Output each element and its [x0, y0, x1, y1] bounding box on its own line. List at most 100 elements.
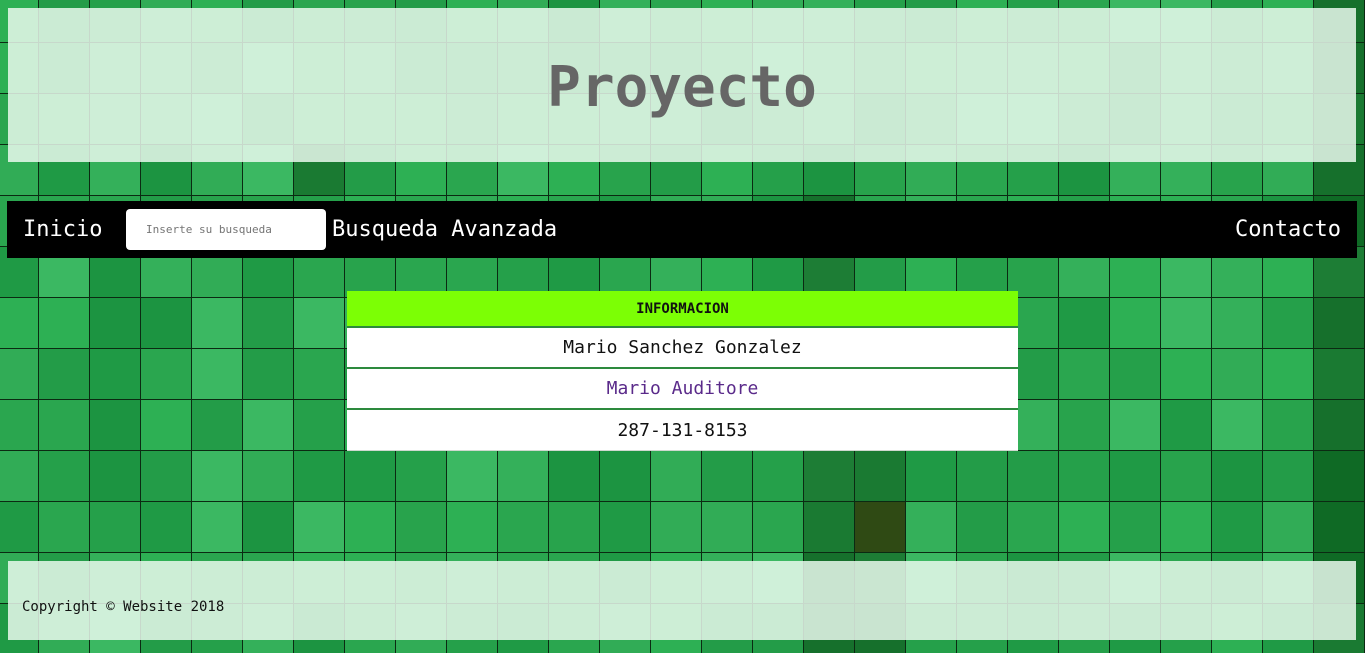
mosaic-tile: [396, 451, 447, 502]
mosaic-tile: [0, 298, 39, 349]
mosaic-tile: [1212, 349, 1263, 400]
mosaic-tile: [192, 298, 243, 349]
mosaic-tile: [39, 349, 90, 400]
mosaic-tile: [1059, 400, 1110, 451]
mosaic-tile: [396, 502, 447, 553]
mosaic-tile: [855, 451, 906, 502]
mosaic-tile: [447, 502, 498, 553]
mosaic-tile: [1059, 349, 1110, 400]
mosaic-tile: [1110, 502, 1161, 553]
mosaic-tile: [90, 349, 141, 400]
mosaic-tile: [294, 349, 345, 400]
copyright-text: Copyright © Website 2018: [22, 598, 225, 615]
mosaic-tile: [243, 451, 294, 502]
mosaic-tile: [1110, 298, 1161, 349]
nav-contact-link[interactable]: Contacto: [1235, 217, 1341, 242]
mosaic-tile: [1263, 349, 1314, 400]
mosaic-tile: [1008, 502, 1059, 553]
page-header: Proyecto: [8, 8, 1356, 162]
mosaic-tile: [1161, 349, 1212, 400]
mosaic-tile: [804, 502, 855, 553]
info-heading: INFORMACION: [347, 291, 1018, 328]
mosaic-tile: [1161, 451, 1212, 502]
page-title: Proyecto: [547, 54, 817, 120]
mosaic-tile: [345, 502, 396, 553]
mosaic-tile: [345, 451, 396, 502]
mosaic-tile: [90, 298, 141, 349]
mosaic-tile: [0, 400, 39, 451]
mosaic-tile: [39, 502, 90, 553]
info-table: INFORMACION Mario Sanchez Gonzalez Mario…: [347, 291, 1018, 451]
mosaic-tile: [1059, 298, 1110, 349]
mosaic-tile: [0, 451, 39, 502]
mosaic-tile: [192, 502, 243, 553]
mosaic-tile: [1314, 400, 1365, 451]
mosaic-tile: [1059, 502, 1110, 553]
mosaic-tile: [1314, 502, 1365, 553]
mosaic-tile: [804, 451, 855, 502]
mosaic-tile: [1263, 298, 1314, 349]
mosaic-tile: [243, 298, 294, 349]
mosaic-tile: [957, 451, 1008, 502]
mosaic-tile: [294, 502, 345, 553]
mosaic-tile: [906, 502, 957, 553]
mosaic-tile: [1059, 451, 1110, 502]
mosaic-tile: [1161, 298, 1212, 349]
mosaic-tile: [651, 451, 702, 502]
mosaic-tile: [294, 400, 345, 451]
mosaic-tile: [447, 451, 498, 502]
mosaic-tile: [498, 502, 549, 553]
mosaic-tile: [1161, 502, 1212, 553]
mosaic-tile: [1212, 502, 1263, 553]
mosaic-tile: [243, 349, 294, 400]
mosaic-tile: [1314, 349, 1365, 400]
search-input[interactable]: [126, 209, 326, 250]
mosaic-tile: [1263, 400, 1314, 451]
mosaic-tile: [0, 349, 39, 400]
mosaic-tile: [294, 451, 345, 502]
navbar: Inicio Busqueda Avanzada Contacto: [7, 201, 1357, 258]
mosaic-tile: [0, 502, 39, 553]
mosaic-tile: [141, 349, 192, 400]
mosaic-tile: [39, 451, 90, 502]
mosaic-tile: [1110, 451, 1161, 502]
mosaic-tile: [651, 502, 702, 553]
mosaic-tile: [1212, 451, 1263, 502]
mosaic-tile: [243, 400, 294, 451]
mosaic-tile: [702, 502, 753, 553]
mosaic-tile: [90, 451, 141, 502]
mosaic-tile: [1161, 400, 1212, 451]
mosaic-tile: [90, 400, 141, 451]
mosaic-tile: [294, 298, 345, 349]
mosaic-tile: [1263, 451, 1314, 502]
mosaic-tile: [243, 502, 294, 553]
nav-advanced-search-link[interactable]: Busqueda Avanzada: [332, 217, 557, 242]
mosaic-tile: [549, 451, 600, 502]
mosaic-tile: [1263, 502, 1314, 553]
mosaic-tile: [702, 451, 753, 502]
mosaic-tile: [1008, 451, 1059, 502]
nav-home-link[interactable]: Inicio: [23, 217, 102, 242]
mosaic-tile: [753, 502, 804, 553]
mosaic-tile: [39, 298, 90, 349]
mosaic-tile: [141, 451, 192, 502]
page-footer: Copyright © Website 2018: [8, 561, 1356, 640]
mosaic-tile: [192, 451, 243, 502]
mosaic-tile: [855, 502, 906, 553]
mosaic-tile: [90, 502, 141, 553]
mosaic-tile: [1314, 451, 1365, 502]
mosaic-tile: [549, 502, 600, 553]
mosaic-tile: [192, 400, 243, 451]
mosaic-tile: [600, 502, 651, 553]
mosaic-tile: [39, 400, 90, 451]
mosaic-tile: [141, 502, 192, 553]
mosaic-tile: [1212, 298, 1263, 349]
mosaic-tile: [1110, 400, 1161, 451]
mosaic-tile: [141, 400, 192, 451]
info-row-phone: 287-131-8153: [347, 410, 1018, 451]
mosaic-tile: [1314, 298, 1365, 349]
mosaic-tile: [753, 451, 804, 502]
mosaic-tile: [192, 349, 243, 400]
info-row-alias-link[interactable]: Mario Auditore: [347, 369, 1018, 410]
mosaic-tile: [498, 451, 549, 502]
